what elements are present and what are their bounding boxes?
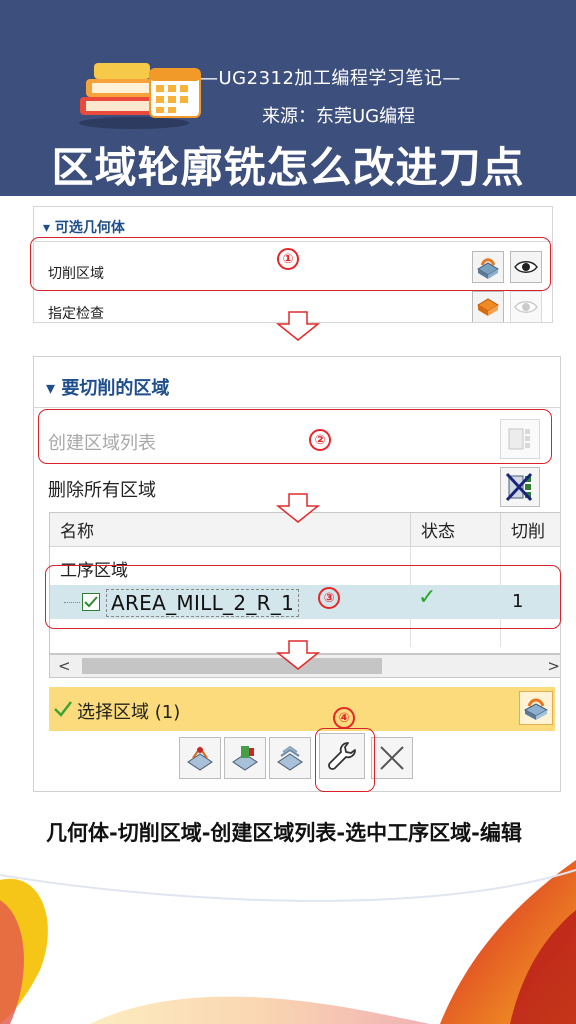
header-subtitle: —UG2312加工编程学习笔记— (200, 68, 461, 89)
region-shape-icon (187, 746, 213, 771)
region-split-icon (232, 746, 258, 771)
region-tool-button-2[interactable] (224, 737, 266, 779)
highlight-box-region-row (45, 565, 561, 629)
column-header-name[interactable]: 名称 (50, 513, 410, 547)
page-title: 区域轮廓铣怎么改进刀点 (51, 143, 525, 192)
select-region-label: 选择区域 (1) (77, 702, 181, 723)
scroll-left-button[interactable]: < (58, 657, 71, 675)
delete-all-regions-button[interactable] (500, 467, 540, 507)
section-optional-geometry[interactable]: ▾ 可选几何体 (43, 217, 125, 237)
column-header-status[interactable]: 状态 (410, 513, 500, 547)
step-marker-1: ① (277, 248, 299, 270)
scroll-thumb[interactable] (82, 658, 382, 674)
divider (34, 407, 560, 408)
select-region-button[interactable] (519, 691, 553, 725)
delete-all-regions-label: 删除所有区域 (48, 480, 156, 501)
instruction-caption: 几何体-切削区域-创建区域列表-选中工序区域-编辑 (46, 821, 522, 845)
check-geometry-label: 指定检查 (48, 306, 104, 322)
region-tool-button-3[interactable] (269, 737, 311, 779)
column-header-cut[interactable]: 切削 (500, 513, 560, 547)
section-cut-regions[interactable]: ▾ 要切削的区域 (46, 374, 169, 400)
step-marker-2: ② (309, 429, 331, 451)
remove-region-button[interactable] (371, 737, 413, 779)
delete-all-icon (505, 472, 533, 502)
scroll-right-button[interactable]: > (547, 657, 560, 675)
highlight-box-edit (315, 728, 375, 792)
check-geometry-icon (477, 298, 499, 316)
show-check-button[interactable] (510, 291, 542, 322)
section-label: 可选几何体 (54, 220, 125, 236)
step-marker-3: ③ (318, 587, 340, 609)
specify-check-button[interactable] (472, 291, 504, 322)
eye-icon (514, 301, 538, 313)
region-layers-icon (277, 745, 303, 771)
highlight-box-create-list (38, 409, 552, 464)
books-calendar-icon (79, 63, 201, 129)
green-check-icon (54, 701, 72, 717)
decorative-swoosh (0, 860, 576, 1024)
banner-header: —UG2312加工编程学习笔记— 来源：东莞UG编程 区域轮廓铣怎么改进刀点 (0, 0, 576, 196)
select-region-icon (523, 698, 549, 720)
collapse-triangle-icon: ▾ (46, 378, 56, 399)
collapse-triangle-icon: ▾ (43, 220, 51, 236)
down-arrow-icon (276, 493, 320, 523)
close-icon (380, 746, 404, 770)
step-marker-4: ④ (333, 707, 355, 729)
header-source: 来源：东莞UG编程 (262, 106, 416, 127)
down-arrow-icon (276, 311, 320, 341)
section-label: 要切削的区域 (61, 378, 170, 399)
region-tool-button-1[interactable] (179, 737, 221, 779)
down-arrow-icon (276, 640, 320, 670)
select-region-bar[interactable]: 选择区域 (1) (49, 687, 555, 731)
